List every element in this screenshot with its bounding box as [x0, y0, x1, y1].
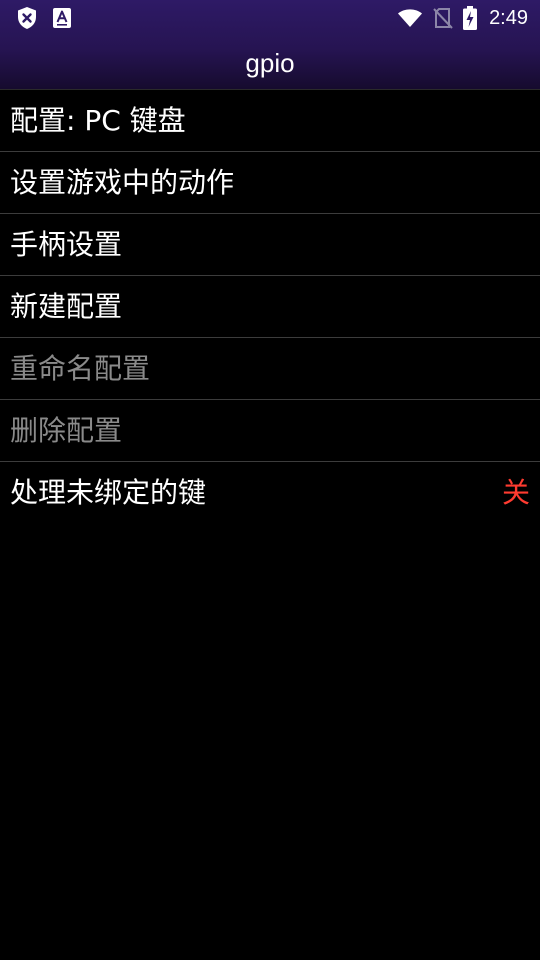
status-bar-left — [16, 6, 72, 30]
menu-item-rename-config: 重命名配置 — [0, 338, 540, 400]
menu-item-label: 新建配置 — [10, 290, 123, 323]
menu-item-label: 删除配置 — [10, 414, 123, 447]
app-header: 2:49 gpio — [0, 0, 540, 89]
no-sim-icon — [433, 7, 453, 29]
shield-x-icon — [16, 6, 38, 30]
menu-item-new-config[interactable]: 新建配置 — [0, 276, 540, 338]
menu-item-ingame-actions[interactable]: 设置游戏中的动作 — [0, 152, 540, 214]
battery-charging-icon — [463, 6, 478, 30]
text-a-icon — [52, 7, 72, 29]
menu-item-label: 处理未绑定的键 — [10, 476, 207, 509]
menu-item-config-pc-keyboard[interactable]: 配置: PC 键盘 — [0, 89, 540, 152]
page-title: gpio — [245, 48, 295, 78]
menu-item-label: 重命名配置 — [10, 352, 151, 385]
status-time: 2:49 — [489, 6, 528, 29]
menu-item-label: 设置游戏中的动作 — [10, 166, 235, 199]
status-bar: 2:49 — [0, 0, 540, 36]
wifi-icon — [397, 8, 423, 28]
status-bar-right: 2:49 — [397, 4, 528, 32]
menu-item-handle-unbound-keys[interactable]: 处理未绑定的键 关 — [0, 462, 540, 523]
toggle-state-value[interactable]: 关 — [502, 462, 530, 523]
menu-item-gamepad-settings[interactable]: 手柄设置 — [0, 214, 540, 276]
settings-list: 配置: PC 键盘 设置游戏中的动作 手柄设置 新建配置 重命名配置 删除配置 … — [0, 89, 540, 523]
menu-item-delete-config: 删除配置 — [0, 400, 540, 462]
menu-item-label: 手柄设置 — [10, 228, 123, 261]
menu-item-label: 配置: PC 键盘 — [10, 104, 186, 137]
